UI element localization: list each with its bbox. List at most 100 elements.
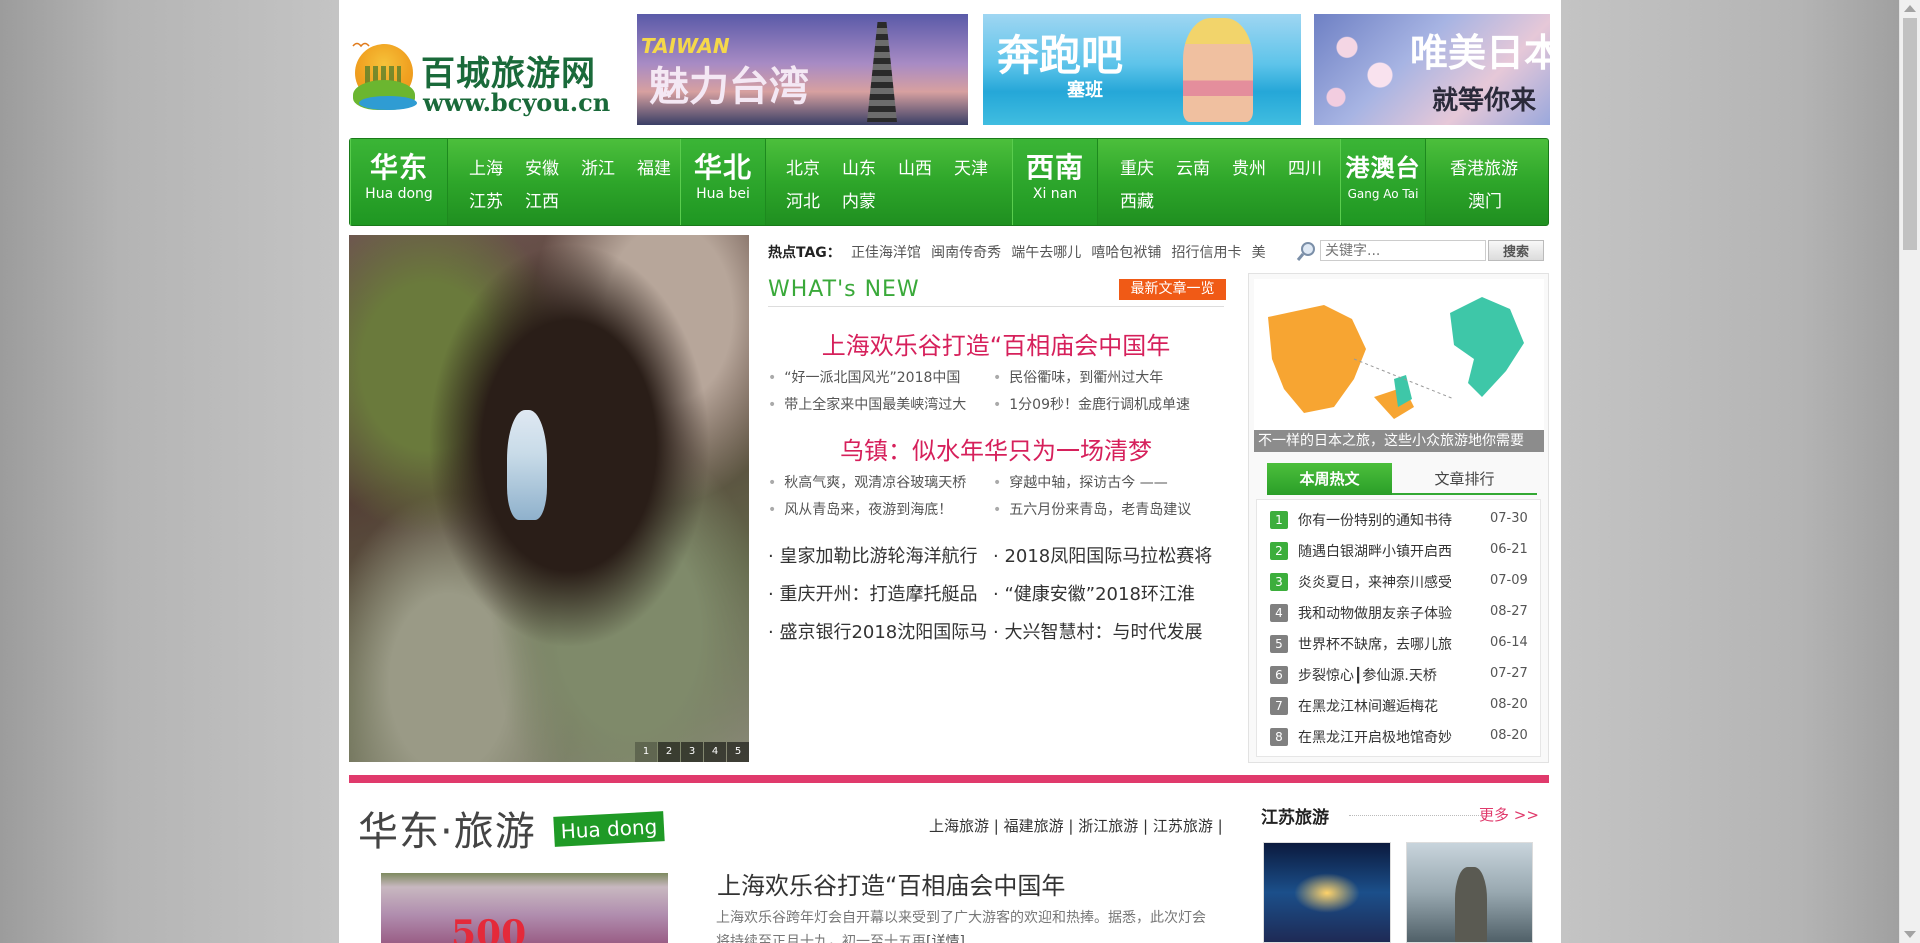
nav-region-gangaotai[interactable]: 港澳台 Gang Ao Tai	[1340, 139, 1426, 225]
list-item[interactable]: 6 步裂惊心┃参仙源.天桥 07-27	[1257, 659, 1542, 690]
jiangsu-thumb[interactable]	[1406, 842, 1533, 943]
news-item[interactable]: 民俗衢味，到衢州过大年	[993, 367, 1223, 387]
news-item[interactable]: 1分09秒！金鹿行调机成单速	[993, 394, 1223, 414]
slider-dot[interactable]: 4	[704, 742, 726, 762]
nav-link-hongkong[interactable]: 香港旅游	[1450, 154, 1518, 179]
nav-link-shanghai[interactable]: 上海	[469, 154, 503, 179]
list-item[interactable]: 4 我和动物做朋友亲子体验 08-27	[1257, 597, 1542, 628]
region-nav: 华东 Hua dong 上海 安徽 浙江 福建 江苏 江西 华北 Hua bei…	[349, 138, 1549, 226]
hot-tag[interactable]: 美	[1252, 245, 1266, 261]
tower-image	[867, 22, 897, 122]
hot-tag[interactable]: 正佳海洋馆	[851, 245, 921, 261]
hot-tag[interactable]: 嘻哈包袱铺	[1091, 245, 1161, 261]
nav-link-neimeng[interactable]: 内蒙	[842, 187, 876, 212]
section-body: 上海欢乐谷跨年灯会自开幕以来受到了广大游客的欢迎和热捧。据悉，此次灯会将持续至正…	[716, 906, 1216, 943]
nav-link-macau[interactable]: 澳门	[1468, 187, 1502, 212]
tab-weekly-hot[interactable]: 本周热文	[1267, 463, 1392, 495]
scroll-thumb[interactable]	[1903, 18, 1917, 250]
list-item[interactable]: 5 世界杯不缺席，去哪儿旅 06-14	[1257, 628, 1542, 659]
map-caption: 不一样的日本之旅，这些小众旅游地你需要	[1254, 430, 1544, 452]
nav-link-shanxi[interactable]: 山西	[898, 154, 932, 179]
details-link[interactable]: [详情]	[926, 934, 965, 943]
news-item[interactable]: 带上全家来中国最美峡湾过大	[768, 394, 988, 414]
list-item[interactable]: 2 随遇白银湖畔小镇开启西 06-21	[1257, 535, 1542, 566]
nav-link-anhui[interactable]: 安徽	[525, 154, 559, 179]
banner-taiwan[interactable]: TAIWAN 魅力台湾	[637, 14, 968, 125]
section-link-fujian[interactable]: 福建旅游	[1004, 817, 1064, 835]
nav-link-xizang[interactable]: 西藏	[1120, 187, 1154, 212]
nav-link-beijing[interactable]: 北京	[786, 154, 820, 179]
hot-tags-label: 热点TAG：	[768, 245, 841, 261]
rank-title: 在黑龙江开启极地馆奇妙	[1298, 730, 1452, 746]
nav-region-huadong[interactable]: 华东 Hua dong	[350, 139, 448, 225]
jiangsu-thumb[interactable]	[1263, 842, 1391, 943]
slider-dot[interactable]: 1	[635, 742, 657, 762]
section-link-shanghai[interactable]: 上海旅游	[929, 817, 989, 835]
rank-date: 08-20	[1490, 728, 1528, 743]
list-item[interactable]: 3 炎炎夏日，来神奈川感受 07-09	[1257, 566, 1542, 597]
person-image	[1183, 18, 1253, 122]
search-button[interactable]: 搜索	[1488, 240, 1544, 261]
hot-tag[interactable]: 闽南传奇秀	[931, 245, 1001, 261]
list-item[interactable]: 7 在黑龙江林间邂逅梅花 08-20	[1257, 690, 1542, 721]
news-item[interactable]: 五六月份来青岛，老青岛建议	[993, 499, 1223, 519]
list-item[interactable]: 8 在黑龙江开启极地馆奇妙 08-20	[1257, 721, 1542, 752]
jiangsu-more-link[interactable]: 更多 >>	[1479, 804, 1539, 825]
news-link[interactable]: · 盛京银行2018沈阳国际马	[768, 618, 988, 644]
rank-title: 你有一份特别的通知书待	[1298, 513, 1452, 529]
nav-link-yunnan[interactable]: 云南	[1176, 154, 1210, 179]
banner-title: 奔跑吧	[997, 31, 1124, 80]
news-link[interactable]: · 大兴智慧村：与时代发展	[993, 618, 1223, 644]
news-link[interactable]: · 2018凤阳国际马拉松赛将	[993, 542, 1223, 568]
nav-link-fujian[interactable]: 福建	[637, 154, 671, 179]
list-item[interactable]: 1 你有一份特别的通知书待 07-30	[1257, 504, 1542, 535]
news-item[interactable]: “好一派北国风光”2018中国	[768, 367, 988, 387]
nav-link-jiangsu[interactable]: 江苏	[469, 187, 503, 212]
nav-region-xinan[interactable]: 西南 Xi nan	[1012, 139, 1098, 225]
slider-dot[interactable]: 3	[681, 742, 703, 762]
news-link[interactable]: · 重庆开州：打造摩托艇品	[768, 580, 988, 606]
news-item[interactable]: 穿越中轴，探访古今 ——	[993, 472, 1223, 492]
headline-2[interactable]: 乌镇：似水年华只为一场清梦	[768, 431, 1224, 466]
nav-link-jiangxi[interactable]: 江西	[525, 187, 559, 212]
tab-article-ranking[interactable]: 文章排行	[1402, 463, 1527, 495]
nav-link-zhejiang[interactable]: 浙江	[581, 154, 615, 179]
slider-dot[interactable]: 2	[658, 742, 680, 762]
banner-title: 唯美日本	[1410, 31, 1550, 75]
news-item[interactable]: 秋高气爽，观清凉谷玻璃天桥	[768, 472, 988, 492]
latest-articles-button[interactable]: 最新文章一览	[1119, 279, 1226, 300]
nav-link-sichuan[interactable]: 四川	[1288, 154, 1322, 179]
map-illustration	[1268, 297, 1524, 419]
section-divider	[349, 775, 1549, 783]
scrollbar[interactable]	[1899, 0, 1920, 943]
news-item[interactable]: 风从青岛来，夜游到海底！	[768, 499, 988, 519]
section-headline[interactable]: 上海欢乐谷打造“百相庙会中国年	[717, 866, 1065, 901]
nav-link-shandong[interactable]: 山东	[842, 154, 876, 179]
hot-tag[interactable]: 端午去哪儿	[1011, 245, 1081, 261]
news-link[interactable]: · “健康安徽”2018环江淮	[993, 580, 1223, 606]
ranking-list: 1 你有一份特别的通知书待 07-30 2 随遇白银湖畔小镇开启西 06-21 …	[1256, 499, 1541, 757]
search-input[interactable]	[1320, 240, 1486, 261]
headline-1[interactable]: 上海欢乐谷打造“百相庙会中国年	[768, 326, 1224, 361]
scroll-down-icon[interactable]	[1904, 931, 1916, 938]
region-name: 港澳台	[1345, 154, 1421, 182]
nav-region-huabei[interactable]: 华北 Hua bei	[680, 139, 766, 225]
nav-link-tianjin[interactable]: 天津	[954, 154, 988, 179]
scroll-up-icon[interactable]	[1904, 5, 1916, 12]
section-link-zhejiang[interactable]: 浙江旅游	[1078, 817, 1138, 835]
section-image[interactable]: 500	[381, 873, 668, 943]
search-bar: 搜索	[1296, 239, 1549, 263]
site-logo[interactable]: 百城旅游网 www.bcyou.cn	[351, 36, 613, 118]
nav-link-guizhou[interactable]: 贵州	[1232, 154, 1266, 179]
section-link-jiangsu[interactable]: 江苏旅游	[1153, 817, 1213, 835]
banner-japan[interactable]: 唯美日本 就等你来	[1314, 14, 1550, 125]
slider-dot[interactable]: 5	[727, 742, 749, 762]
featured-slider[interactable]: 1 2 3 4 5	[349, 235, 749, 762]
news-link[interactable]: · 皇家加勒比游轮海洋航行	[768, 542, 988, 568]
nav-link-hebei[interactable]: 河北	[786, 187, 820, 212]
banner-saipan[interactable]: 奔跑吧 塞班	[983, 14, 1301, 125]
hot-tag[interactable]: 招行信用卡	[1172, 245, 1242, 261]
region-pinyin: Hua dong	[365, 186, 433, 202]
japan-map-image[interactable]: 不一样的日本之旅，这些小众旅游地你需要	[1254, 279, 1544, 452]
nav-link-chongqing[interactable]: 重庆	[1120, 154, 1154, 179]
